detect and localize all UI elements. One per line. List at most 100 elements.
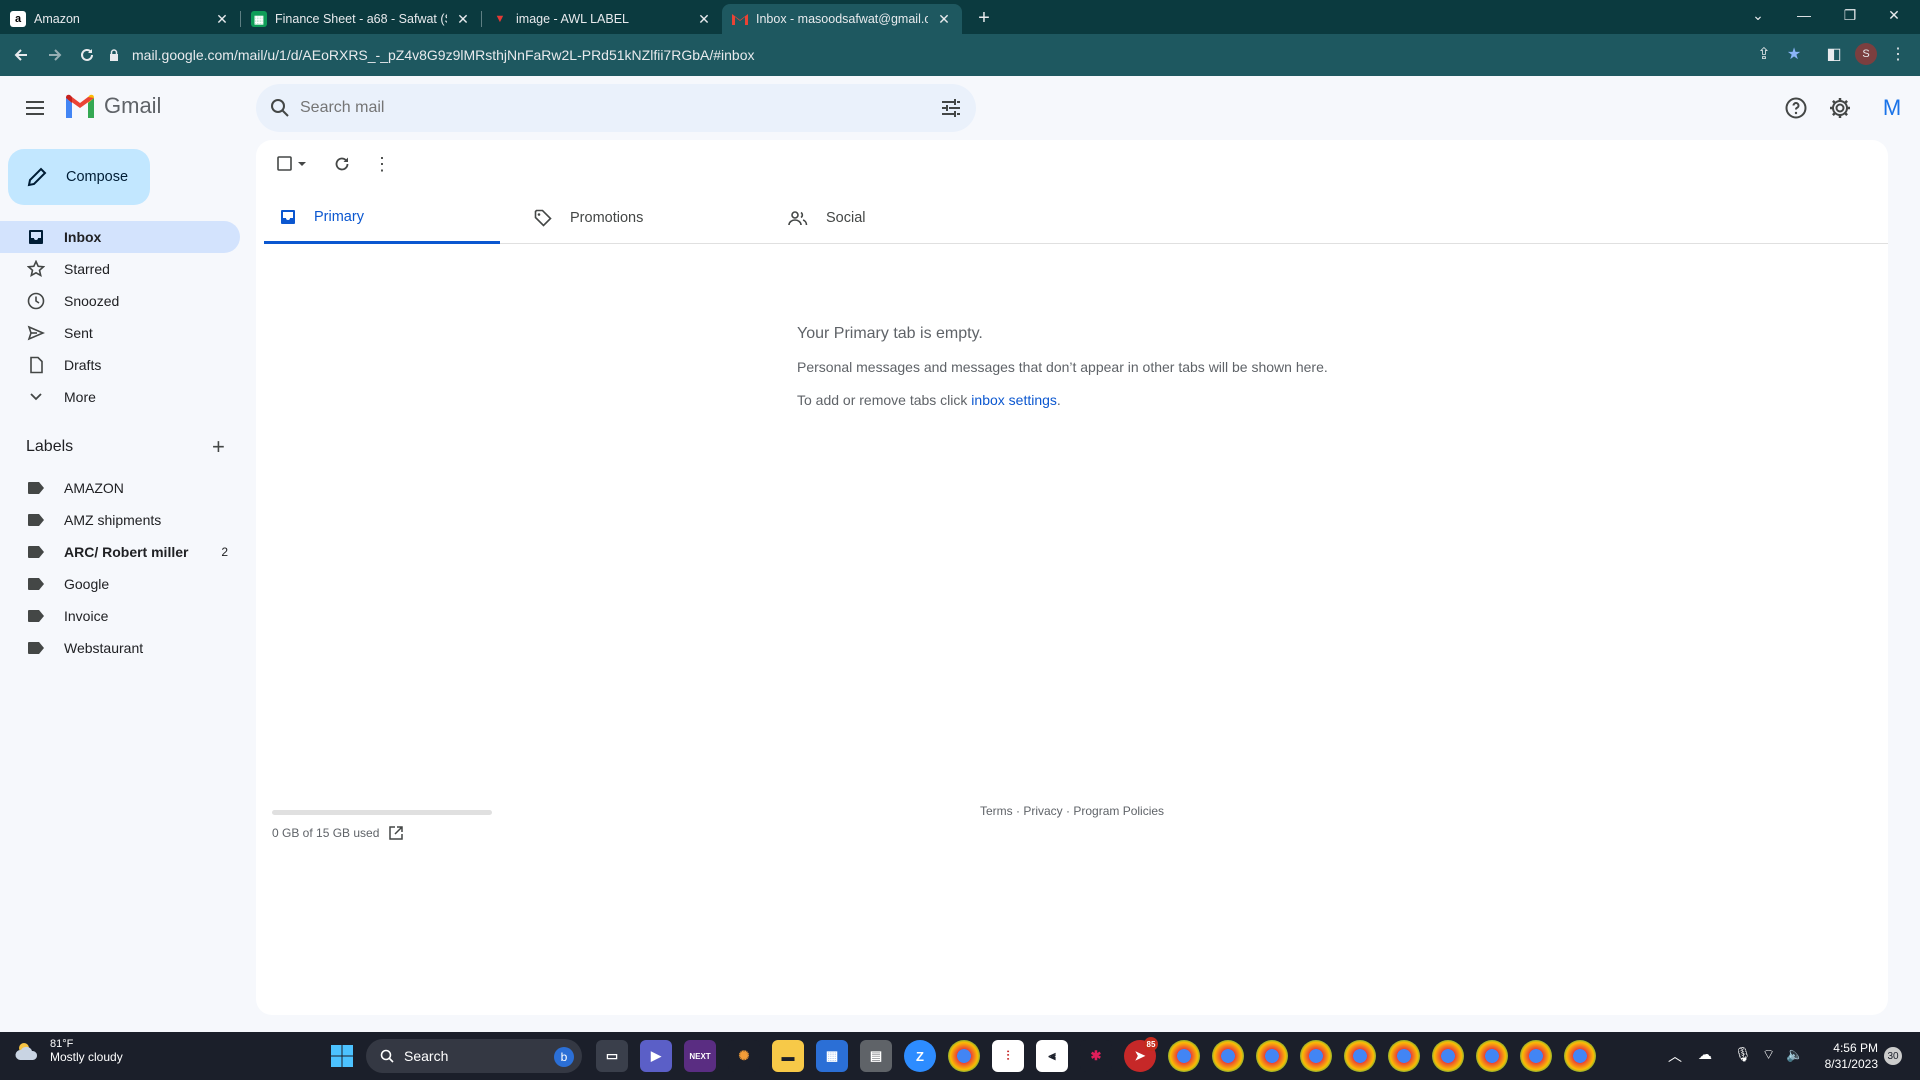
search-input[interactable] bbox=[300, 84, 900, 132]
gmail-logo[interactable]: Gmail bbox=[64, 93, 161, 119]
close-window-button[interactable]: ✕ bbox=[1872, 0, 1916, 30]
label-item-google[interactable]: Google bbox=[0, 568, 240, 600]
chrome-profile-4-icon[interactable] bbox=[1300, 1040, 1332, 1072]
label-name: AMAZON bbox=[64, 480, 124, 496]
compose-button[interactable]: Compose bbox=[8, 149, 150, 205]
help-icon[interactable] bbox=[1784, 96, 1808, 120]
tag-icon bbox=[534, 209, 552, 227]
sidebar-item-more[interactable]: More bbox=[0, 381, 240, 413]
volume-icon[interactable]: 🔈 bbox=[1786, 1046, 1803, 1063]
restore-button[interactable]: ❐ bbox=[1828, 0, 1872, 30]
tray-overflow-chevron-icon[interactable]: ︿ bbox=[1668, 1046, 1682, 1066]
sheets-icon: ▦ bbox=[251, 11, 267, 27]
refresh-button[interactable] bbox=[330, 152, 354, 176]
new-tab-button[interactable]: + bbox=[970, 4, 998, 32]
notification-center-badge[interactable]: 30 bbox=[1884, 1047, 1902, 1065]
zoom-icon[interactable]: Z bbox=[904, 1040, 936, 1072]
reload-button[interactable] bbox=[70, 38, 104, 72]
nav-label: More bbox=[64, 389, 96, 405]
chart-app-2-icon[interactable]: ⫷ bbox=[1036, 1040, 1068, 1072]
microphone-icon[interactable]: 🎙 bbox=[1734, 1046, 1752, 1063]
close-icon[interactable]: ✕ bbox=[936, 11, 952, 27]
tab-search-icon[interactable]: ⌄ bbox=[1736, 0, 1780, 30]
main-menu-icon[interactable] bbox=[20, 96, 50, 120]
bookmark-star-icon[interactable]: ★ bbox=[1780, 38, 1808, 70]
minimize-button[interactable]: — bbox=[1782, 0, 1826, 30]
wifi-icon[interactable]: ⌔ bbox=[1762, 1046, 1775, 1064]
side-panel-icon[interactable]: ◧ bbox=[1820, 38, 1848, 70]
more-options-icon[interactable]: ⋮ bbox=[370, 152, 394, 176]
folder-icon[interactable]: ▬ bbox=[772, 1040, 804, 1072]
share-icon[interactable]: ⇪ bbox=[1750, 38, 1778, 70]
chrome-profile-1-icon[interactable] bbox=[1168, 1040, 1200, 1072]
chrome-profile-6-icon[interactable] bbox=[1388, 1040, 1420, 1072]
label-item-amazon[interactable]: AMAZON bbox=[0, 472, 240, 504]
sidebar-item-drafts[interactable]: Drafts bbox=[0, 349, 240, 381]
close-icon[interactable]: ✕ bbox=[696, 11, 712, 27]
privacy-link[interactable]: Privacy bbox=[1023, 804, 1062, 818]
browser-tab-image[interactable]: ▼ image - AWL LABEL ✕ bbox=[482, 4, 722, 34]
inbox-settings-link[interactable]: inbox settings bbox=[971, 392, 1057, 408]
forward-button[interactable] bbox=[38, 38, 72, 72]
open-in-new-icon[interactable] bbox=[389, 826, 404, 840]
sidebar-item-inbox[interactable]: Inbox bbox=[0, 221, 240, 253]
back-button[interactable] bbox=[4, 38, 38, 72]
chrome-profile-10-icon[interactable] bbox=[1564, 1040, 1596, 1072]
meet-icon[interactable]: ▶ bbox=[640, 1040, 672, 1072]
sidebar-item-sent[interactable]: Sent bbox=[0, 317, 240, 349]
search-options-icon[interactable] bbox=[940, 97, 962, 119]
search-bar[interactable] bbox=[256, 84, 976, 132]
url-bar[interactable]: mail.google.com/mail/u/1/d/AEoRXRS_-_pZ4… bbox=[108, 39, 1788, 71]
label-tag-icon bbox=[26, 574, 46, 594]
select-all-checkbox[interactable] bbox=[274, 152, 310, 176]
tab-social[interactable]: Social bbox=[772, 192, 1008, 244]
calendar-icon[interactable]: ▦ bbox=[816, 1040, 848, 1072]
close-icon[interactable]: ✕ bbox=[214, 11, 230, 27]
label-item-amz-shipments[interactable]: AMZ shipments bbox=[0, 504, 240, 536]
onedrive-cloud-icon[interactable]: ☁ bbox=[1698, 1046, 1712, 1063]
label-name: ARC/ Robert miller bbox=[64, 544, 189, 560]
search-icon[interactable] bbox=[270, 98, 290, 118]
chrome-profile-9-icon[interactable] bbox=[1520, 1040, 1552, 1072]
nav-label: Snoozed bbox=[64, 293, 120, 309]
empty-state-title: Your Primary tab is empty. bbox=[797, 325, 983, 342]
chrome-profile-5-icon[interactable] bbox=[1344, 1040, 1376, 1072]
tab-primary[interactable]: Primary bbox=[264, 192, 500, 244]
browser-menu-icon[interactable]: ⋮ bbox=[1884, 38, 1912, 70]
calculator-icon[interactable]: ▤ bbox=[860, 1040, 892, 1072]
chrome-profile-8-icon[interactable] bbox=[1476, 1040, 1508, 1072]
sidebar-item-starred[interactable]: Starred bbox=[0, 253, 240, 285]
chrome-icon[interactable] bbox=[948, 1040, 980, 1072]
taskbar-search[interactable]: Search b bbox=[366, 1039, 582, 1073]
program-policies-link[interactable]: Program Policies bbox=[1073, 804, 1164, 818]
tab-promotions[interactable]: Promotions bbox=[518, 192, 754, 244]
browser-tab-inbox[interactable]: Inbox - masoodsafwat@gmail.co ✕ bbox=[722, 4, 962, 34]
label-item-invoice[interactable]: Invoice bbox=[0, 600, 240, 632]
chart-app-icon[interactable]: ⫶ bbox=[992, 1040, 1024, 1072]
settings-gear-icon[interactable] bbox=[1828, 96, 1852, 120]
nest-icon[interactable]: NEXT bbox=[684, 1040, 716, 1072]
windows-start-icon[interactable] bbox=[330, 1044, 354, 1068]
browser-tab-finance-sheet[interactable]: ▦ Finance Sheet - a68 - Safwat (Sar ✕ bbox=[241, 4, 481, 34]
close-icon[interactable]: ✕ bbox=[455, 11, 471, 27]
browser-tab-amazon[interactable]: a Amazon ✕ bbox=[0, 4, 240, 34]
label-item-webstaurant[interactable]: Webstaurant bbox=[0, 632, 240, 664]
sidebar-item-snoozed[interactable]: Snoozed bbox=[0, 285, 240, 317]
nav-label: Starred bbox=[64, 261, 110, 277]
chrome-profile-3-icon[interactable] bbox=[1256, 1040, 1288, 1072]
profile-avatar[interactable]: S bbox=[1852, 38, 1880, 70]
label-item-arc-robert-miller[interactable]: ARC/ Robert miller 2 bbox=[0, 536, 240, 568]
account-avatar[interactable]: M bbox=[1876, 92, 1908, 124]
weather-widget[interactable]: 81°F Mostly cloudy bbox=[14, 1038, 123, 1064]
chrome-profile-2-icon[interactable] bbox=[1212, 1040, 1244, 1072]
photos-icon[interactable]: ✺ bbox=[728, 1040, 760, 1072]
slack-icon[interactable]: ✱ bbox=[1080, 1040, 1112, 1072]
telegram-icon[interactable]: ➤ 85 bbox=[1124, 1037, 1158, 1072]
file-explorer-icon[interactable]: ▭ bbox=[596, 1040, 628, 1072]
refresh-icon bbox=[335, 157, 349, 171]
add-label-button[interactable]: + bbox=[212, 436, 225, 458]
terms-link[interactable]: Terms bbox=[980, 804, 1013, 818]
taskbar-clock[interactable]: 4:56 PM 8/31/2023 bbox=[1818, 1040, 1878, 1072]
tab-label: Primary bbox=[314, 208, 364, 225]
chrome-profile-7-icon[interactable] bbox=[1432, 1040, 1464, 1072]
